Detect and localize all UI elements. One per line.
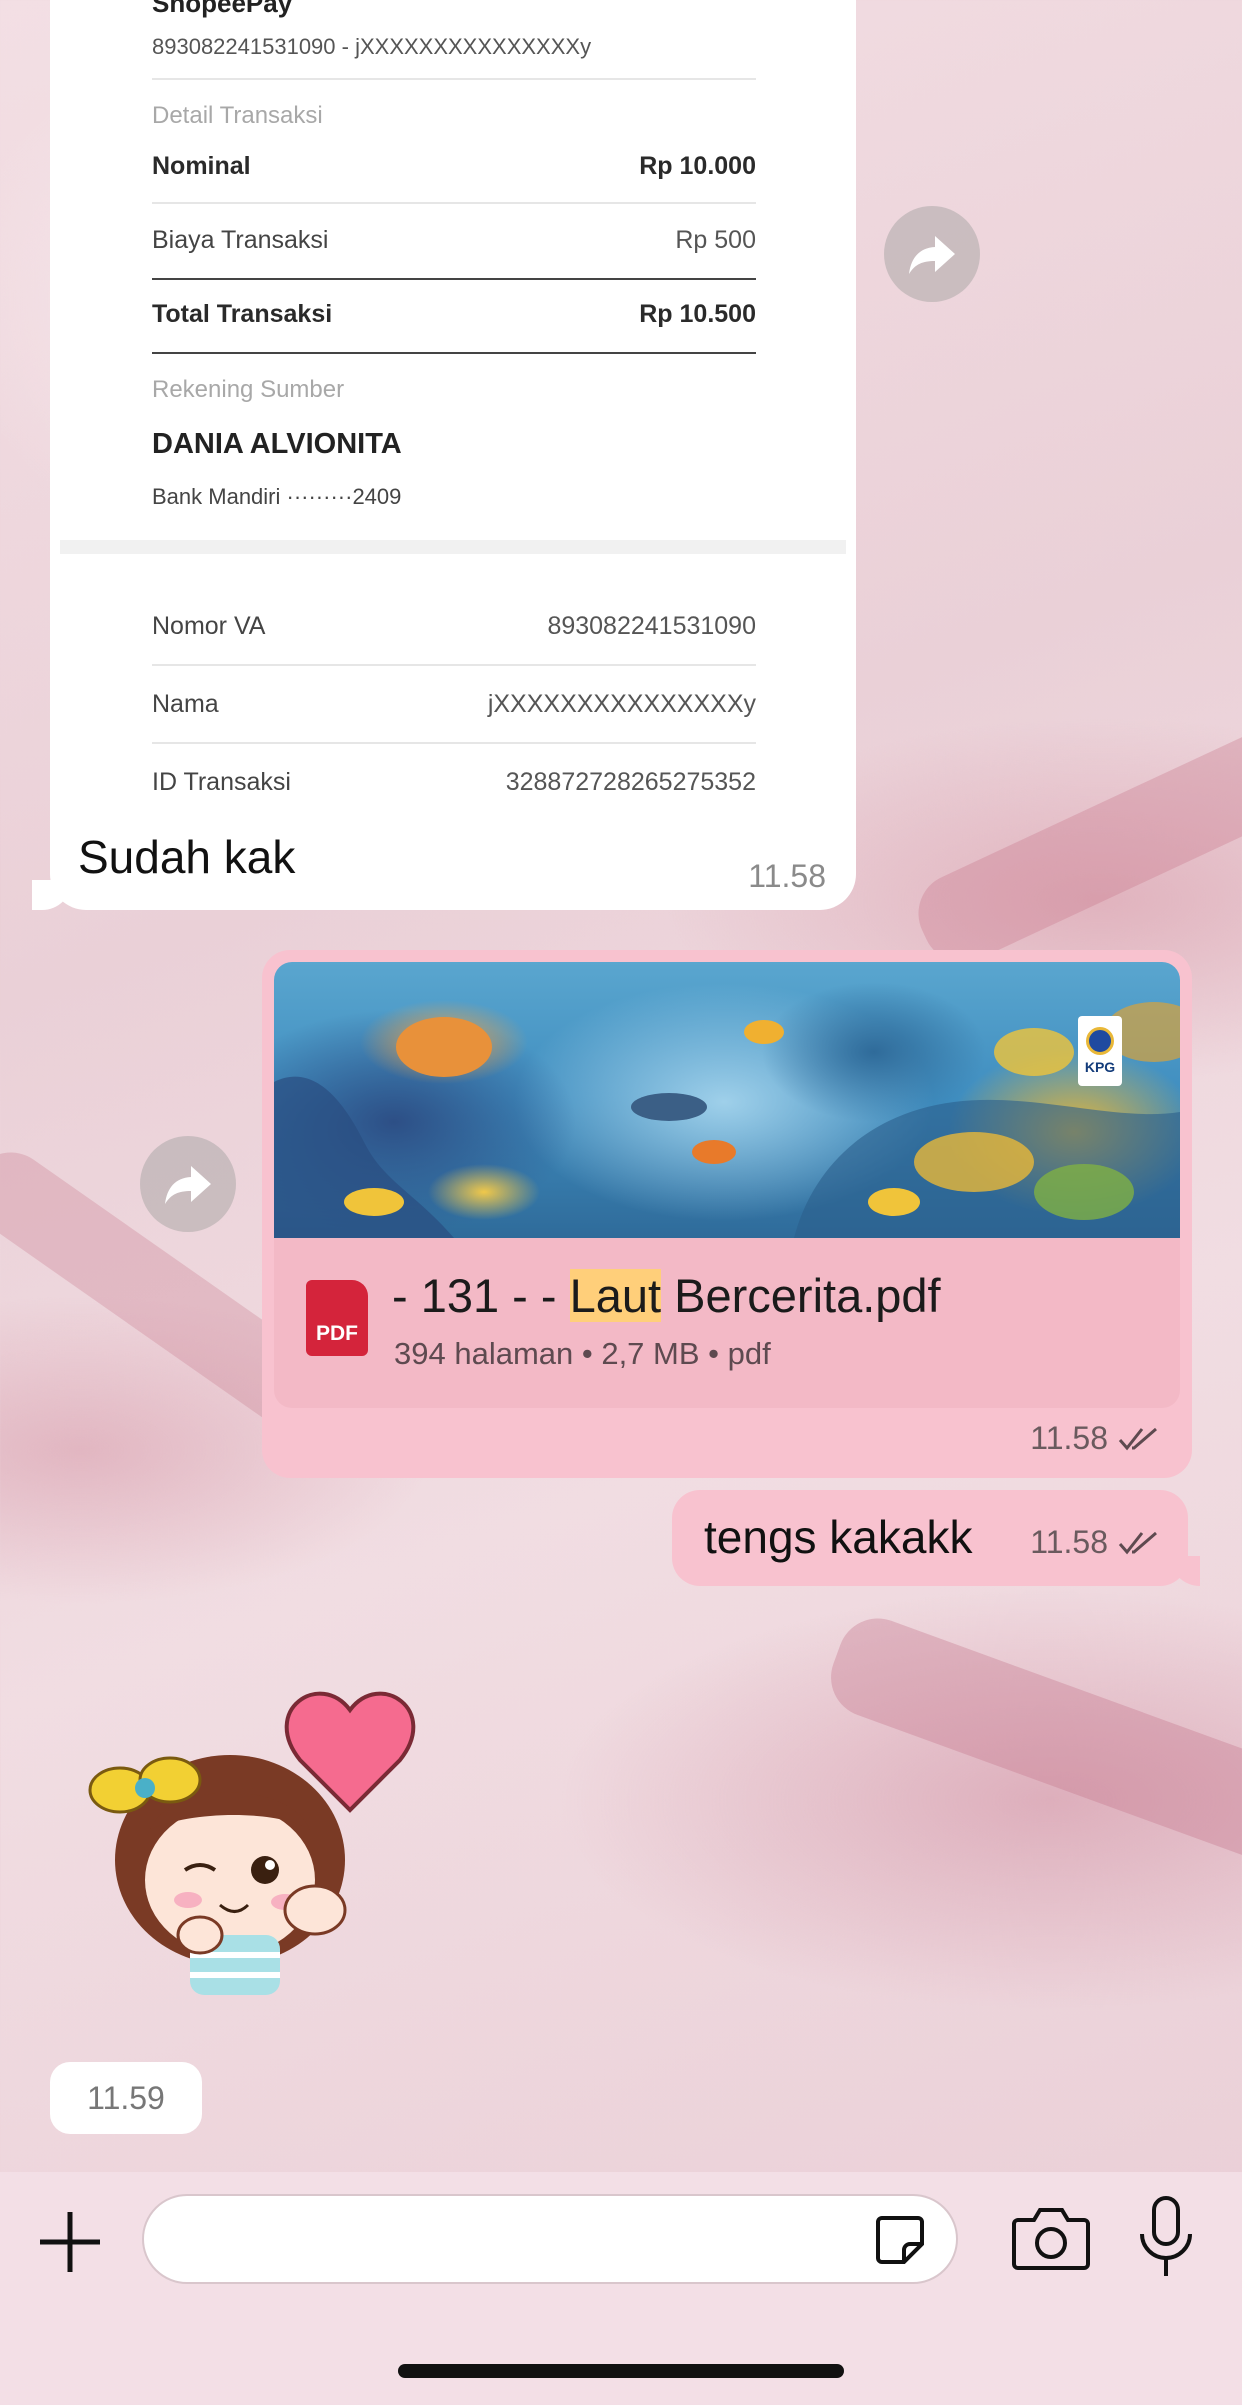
sticker-image — [88, 1691, 416, 1995]
va-number-value: 893082241531090 — [547, 612, 756, 640]
message-time: 11.58 — [1030, 1420, 1108, 1456]
name-value: jXXXXXXXXXXXXXXXy — [487, 690, 756, 718]
nominal-label: Nominal — [152, 152, 251, 180]
home-indicator — [398, 2364, 844, 2378]
receipt-header-title: ShopeePay — [152, 0, 293, 18]
account-bank: Bank Mandiri ·········2409 — [152, 484, 402, 509]
document-message-bubble[interactable]: KPG PDF - 131 - - Laut Bercerita.pdf 394… — [262, 950, 1192, 1478]
divider — [152, 278, 756, 280]
forward-button[interactable] — [884, 206, 980, 302]
section-separator — [60, 540, 846, 554]
document-cover-preview[interactable]: KPG — [274, 962, 1180, 1238]
receipt-header-subtitle: 893082241531090 - jXXXXXXXXXXXXXXXy — [152, 34, 592, 59]
divider — [152, 742, 756, 744]
divider — [152, 78, 756, 80]
va-number-label: Nomor VA — [152, 612, 266, 640]
message-status: 11.58 — [1030, 1420, 1162, 1457]
message-status: 11.58 — [1030, 1524, 1162, 1561]
plus-icon[interactable] — [36, 2208, 104, 2276]
background-ribbon — [905, 674, 1242, 976]
microphone-icon[interactable] — [1134, 2194, 1198, 2280]
forward-icon — [165, 1166, 211, 1204]
received-message-bubble[interactable]: ShopeePay 893082241531090 - jXXXXXXXXXXX… — [50, 0, 856, 910]
source-section-label: Rekening Sumber — [152, 376, 345, 403]
pdf-badge-text: PDF — [316, 1322, 358, 1345]
total-value: Rp 10.500 — [639, 300, 756, 328]
girl-heart-sticker[interactable] — [80, 1680, 440, 2000]
message-input[interactable] — [142, 2194, 958, 2284]
divider — [152, 664, 756, 666]
nominal-value: Rp 10.000 — [639, 152, 756, 180]
document-title-suffix: Bercerita.pdf — [661, 1269, 941, 1322]
message-text: tengs kakakk — [704, 1511, 973, 1563]
transaction-id-value: 328872728265275352 — [505, 768, 756, 796]
fee-label: Biaya Transaksi — [152, 226, 329, 254]
publisher-logo-text: KPG — [1084, 1059, 1116, 1075]
coral-reef-illustration — [274, 1002, 1180, 1238]
message-time: 11.58 — [748, 858, 826, 894]
forward-icon — [909, 236, 955, 274]
search-highlight: Laut — [569, 1269, 662, 1322]
forward-button[interactable] — [140, 1136, 236, 1232]
double-check-icon — [1118, 1427, 1157, 1450]
name-label: Nama — [152, 690, 219, 718]
account-name: DANIA ALVIONITA — [152, 428, 402, 460]
sticker-icon[interactable] — [872, 2212, 928, 2268]
total-label: Total Transaksi — [152, 300, 333, 328]
message-time: 11.58 — [1030, 1524, 1108, 1560]
document-meta: 394 halaman • 2,7 MB • pdf — [394, 1336, 771, 1371]
fee-value: Rp 500 — [675, 226, 756, 254]
sticker-time: 11.59 — [50, 2062, 202, 2134]
divider — [152, 202, 756, 204]
detail-section-label: Detail Transaksi — [152, 102, 323, 129]
divider — [152, 352, 756, 354]
document-info[interactable]: PDF - 131 - - Laut Bercerita.pdf 394 hal… — [274, 1238, 1180, 1408]
document-title-prefix: - 131 - - — [392, 1269, 570, 1322]
pdf-file-icon: PDF — [306, 1280, 368, 1356]
message-caption: Sudah kak — [78, 831, 296, 883]
double-check-icon — [1118, 1531, 1157, 1554]
document-title: - 131 - - Laut Bercerita.pdf — [392, 1268, 941, 1323]
text-message-bubble[interactable]: tengs kakakk 11.58 — [672, 1490, 1188, 1586]
camera-icon[interactable] — [1012, 2202, 1090, 2272]
background-ribbon — [819, 1607, 1242, 1893]
logo-emblem — [1086, 1027, 1114, 1055]
publisher-logo: KPG — [1078, 1016, 1122, 1086]
transaction-id-label: ID Transaksi — [152, 768, 291, 796]
